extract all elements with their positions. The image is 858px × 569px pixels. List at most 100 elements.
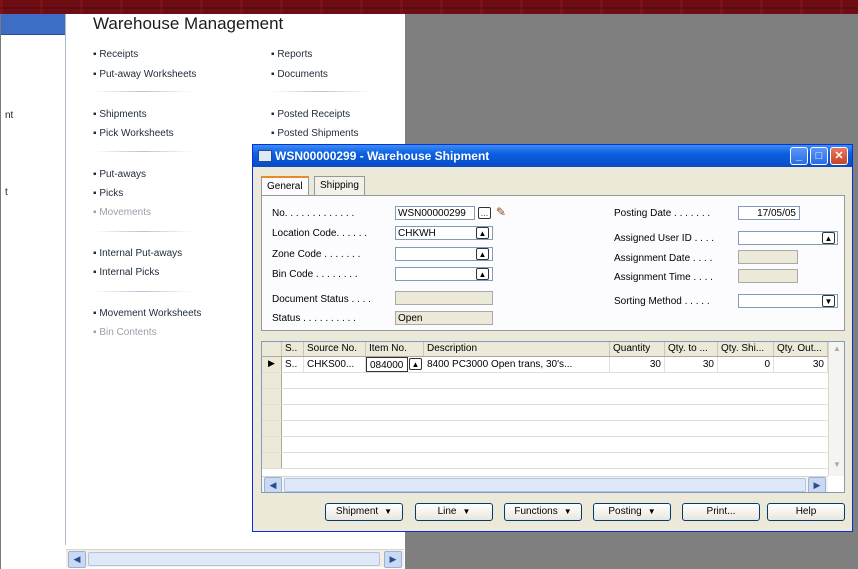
menu-item-internal-put-aways[interactable]: ▪ Internal Put-aways bbox=[93, 248, 182, 259]
cell-qty-shipped[interactable]: 0 bbox=[718, 357, 774, 372]
dropdown-arrow-icon: ▼ bbox=[647, 507, 656, 516]
close-icon[interactable]: ✕ bbox=[830, 147, 848, 165]
document-status-label: Document Status . . . . bbox=[272, 294, 371, 305]
menu-item-putaway-worksheets[interactable]: ▪ Put-away Worksheets bbox=[93, 69, 196, 80]
row-selector[interactable]: ▶ bbox=[262, 357, 282, 372]
table-row-empty[interactable] bbox=[262, 453, 828, 469]
window-titlebar[interactable]: WSN00000299 - Warehouse Shipment _ □ ✕ bbox=[253, 145, 852, 167]
col-header-item-no[interactable]: Item No. bbox=[366, 342, 424, 356]
zone-code-label: Zone Code . . . . . . . bbox=[272, 249, 361, 260]
table-row-empty[interactable] bbox=[262, 421, 828, 437]
row-selector[interactable] bbox=[262, 373, 282, 388]
menu-item-picks[interactable]: ▪ Picks bbox=[93, 188, 123, 199]
menu-separator bbox=[93, 91, 193, 92]
lookup-arrow-icon[interactable]: ▲ bbox=[476, 248, 489, 260]
functions-menu-button[interactable]: Functions ▼ bbox=[504, 503, 582, 521]
row-selector[interactable] bbox=[262, 389, 282, 404]
assignment-date-field bbox=[738, 250, 798, 264]
cell-description[interactable]: 8400 PC3000 Open trans, 30's... bbox=[424, 357, 610, 372]
menu-item-receipts[interactable]: ▪ Receipts bbox=[93, 49, 138, 60]
dropdown-arrow-icon[interactable]: ▼ bbox=[822, 295, 835, 307]
cell-source-no[interactable]: CHKS00... bbox=[304, 357, 366, 372]
col-header-quantity[interactable]: Quantity bbox=[610, 342, 665, 356]
shipment-menu-button[interactable]: Shipment ▼ bbox=[325, 503, 403, 521]
menu-item-posted-receipts[interactable]: ▪ Posted Receipts bbox=[271, 109, 350, 120]
minimize-icon[interactable]: _ bbox=[790, 147, 808, 165]
warehouse-shipment-window: WSN00000299 - Warehouse Shipment _ □ ✕ G… bbox=[252, 144, 853, 532]
row-selector[interactable] bbox=[262, 453, 282, 468]
scroll-right-button[interactable]: ▶ bbox=[808, 477, 826, 492]
col-header-qty-outstanding[interactable]: Qty. Out... bbox=[774, 342, 828, 356]
scroll-right-button[interactable]: ▶ bbox=[384, 551, 402, 568]
lookup-arrow-icon[interactable]: ▲ bbox=[822, 232, 835, 244]
table-row-empty[interactable] bbox=[262, 405, 828, 421]
grid-header: S.. Source No. Item No. Description Quan… bbox=[262, 342, 828, 357]
col-header-description[interactable]: Description bbox=[424, 342, 610, 356]
menu-item-posted-shipments[interactable]: ▪ Posted Shipments bbox=[271, 128, 359, 139]
menu-item-internal-picks[interactable]: ▪ Internal Picks bbox=[93, 267, 159, 278]
pencil-icon[interactable]: ✎ bbox=[496, 205, 506, 219]
navigation-pane-header bbox=[1, 14, 65, 35]
menu-item-put-aways[interactable]: ▪ Put-aways bbox=[93, 169, 146, 180]
maximize-icon[interactable]: □ bbox=[810, 147, 828, 165]
cell-qty-to-ship[interactable]: 30 bbox=[665, 357, 718, 372]
grid-vertical-scrollbar[interactable]: ▲ ▼ bbox=[828, 342, 844, 476]
col-header-source-no[interactable]: Source No. bbox=[304, 342, 366, 356]
row-selector[interactable] bbox=[262, 421, 282, 436]
menu-navigation-pane: nt t bbox=[1, 14, 66, 545]
scroll-thumb[interactable] bbox=[88, 552, 380, 566]
lookup-arrow-icon[interactable]: ▲ bbox=[476, 227, 489, 239]
row-selector[interactable] bbox=[262, 437, 282, 452]
table-row-empty[interactable] bbox=[262, 389, 828, 405]
scroll-left-button[interactable]: ◀ bbox=[264, 477, 282, 492]
help-button[interactable]: Help bbox=[767, 503, 845, 521]
grid-header-corner bbox=[262, 342, 282, 356]
tab-shipping[interactable]: Shipping bbox=[314, 176, 365, 195]
nav-fragment-2: t bbox=[5, 187, 8, 198]
assignment-date-label: Assignment Date . . . . bbox=[614, 253, 713, 264]
no-field[interactable]: WSN00000299 bbox=[395, 206, 475, 220]
lookup-arrow-icon[interactable]: ▲ bbox=[476, 268, 489, 280]
table-row-empty[interactable] bbox=[262, 373, 828, 389]
col-header-qty-shipped[interactable]: Qty. Shi... bbox=[718, 342, 774, 356]
status-label: Status . . . . . . . . . . bbox=[272, 313, 356, 324]
assist-edit-icon[interactable]: … bbox=[478, 207, 491, 219]
posting-menu-button[interactable]: Posting ▼ bbox=[593, 503, 671, 521]
row-selector[interactable] bbox=[262, 405, 282, 420]
table-row[interactable]: ▶ S.. CHKS00... 084000 ▲ 8400 PC3000 Ope… bbox=[262, 357, 828, 373]
scroll-up-icon[interactable]: ▲ bbox=[833, 344, 841, 353]
dropdown-arrow-icon: ▼ bbox=[563, 507, 572, 516]
scroll-thumb[interactable] bbox=[284, 478, 806, 492]
menu-separator bbox=[93, 291, 193, 292]
tab-general[interactable]: General bbox=[261, 176, 309, 197]
table-row-empty[interactable] bbox=[262, 437, 828, 453]
menu-item-pick-worksheets[interactable]: ▪ Pick Worksheets bbox=[93, 128, 174, 139]
menu-item-movement-worksheets[interactable]: ▪ Movement Worksheets bbox=[93, 308, 201, 319]
print-button[interactable]: Print... bbox=[682, 503, 760, 521]
cell-source[interactable]: S.. bbox=[282, 357, 304, 372]
menu-item-documents[interactable]: ▪ Documents bbox=[271, 69, 328, 80]
menu-item-reports[interactable]: ▪ Reports bbox=[271, 49, 312, 60]
col-header-qty-to-ship[interactable]: Qty. to ... bbox=[665, 342, 718, 356]
window-title: WSN00000299 - Warehouse Shipment bbox=[275, 149, 490, 163]
menu-item-shipments[interactable]: ▪ Shipments bbox=[93, 109, 147, 120]
menu-horizontal-scrollbar[interactable]: ◀ ▶ bbox=[66, 549, 404, 568]
no-label: No. . . . . . . . . . . . . bbox=[272, 208, 355, 219]
col-header-source[interactable]: S.. bbox=[282, 342, 304, 356]
menu-title: Warehouse Management bbox=[93, 14, 284, 33]
line-menu-button[interactable]: Line ▼ bbox=[415, 503, 493, 521]
scroll-left-button[interactable]: ◀ bbox=[68, 551, 86, 568]
menu-item-movements[interactable]: ▪ Movements bbox=[93, 207, 151, 218]
scroll-down-icon[interactable]: ▼ bbox=[833, 460, 841, 469]
bin-code-label: Bin Code . . . . . . . . bbox=[272, 269, 358, 280]
cell-item-no[interactable]: 084000 bbox=[366, 357, 408, 372]
lookup-arrow-icon[interactable]: ▲ bbox=[409, 358, 422, 370]
menu-separator bbox=[93, 231, 193, 232]
grid-horizontal-scrollbar[interactable]: ◀ ▶ bbox=[262, 476, 828, 492]
status-field: Open bbox=[395, 311, 493, 325]
cell-qty-outstanding[interactable]: 30 bbox=[774, 357, 828, 372]
posting-date-field[interactable]: 17/05/05 bbox=[738, 206, 800, 220]
menu-item-bin-contents[interactable]: ▪ Bin Contents bbox=[93, 327, 157, 338]
cell-quantity[interactable]: 30 bbox=[610, 357, 665, 372]
menu-separator bbox=[271, 91, 371, 92]
